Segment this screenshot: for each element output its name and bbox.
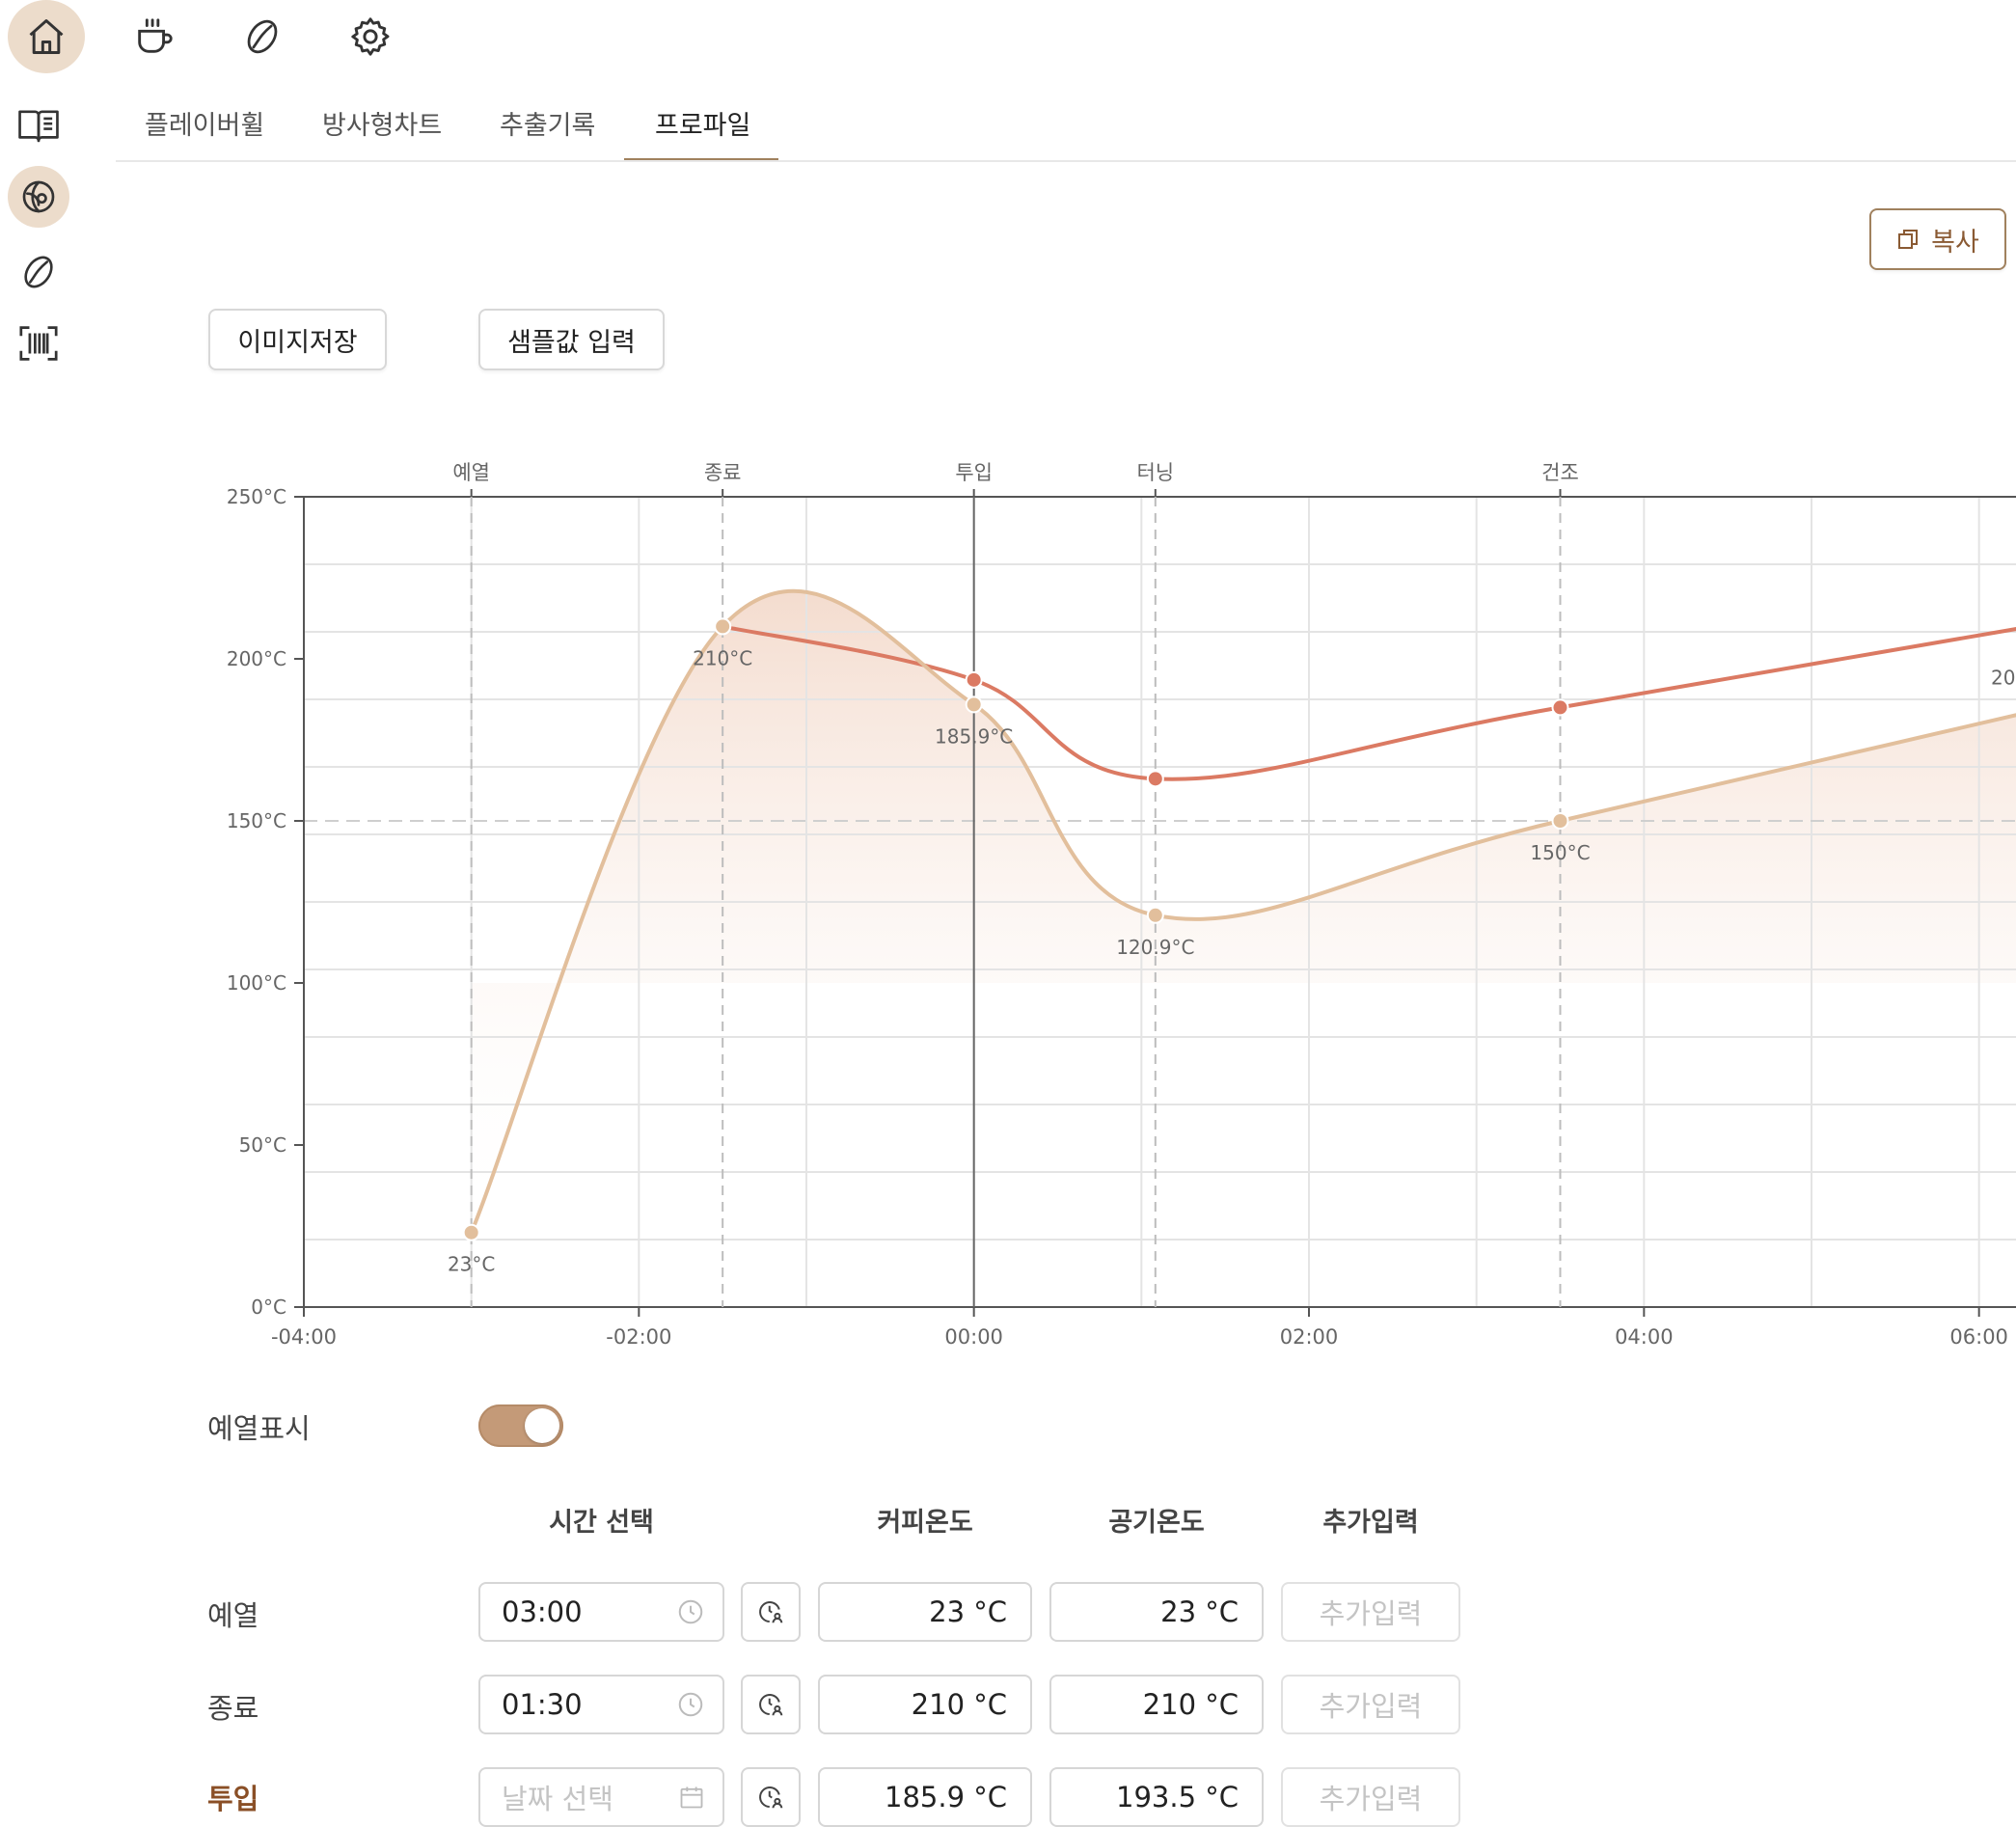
event-label: 터닝 (1136, 461, 1174, 484)
point-label: 150°C (1530, 841, 1590, 864)
row-label-end: 종료 (207, 1692, 259, 1725)
tab-profile[interactable]: 프로파일 (655, 104, 750, 143)
series-point (462, 1223, 480, 1241)
settings-gear-icon[interactable] (343, 10, 397, 64)
extra-input[interactable]: 추가입력 (1281, 1675, 1460, 1734)
point-label: 185.9°C (935, 724, 1013, 748)
preheat-toggle-label: 예열표시 (207, 1412, 311, 1445)
coffee-temp-input[interactable]: 185.9 °C (818, 1767, 1032, 1827)
y-tick-label: 0°C (251, 1295, 286, 1319)
save-image-button[interactable]: 이미지저장 (208, 309, 387, 370)
y-tick-label: 50°C (239, 1133, 286, 1157)
x-tick-label: 00:00 (944, 1325, 1003, 1349)
extra-input[interactable]: 추가입력 (1281, 1582, 1460, 1642)
series-point (1551, 812, 1569, 830)
x-tick-label: 04:00 (1615, 1325, 1674, 1349)
clock-user-icon (759, 1786, 783, 1809)
coffee-bean-icon[interactable] (235, 10, 289, 64)
time-input-preheat[interactable]: 03:00 (478, 1582, 724, 1642)
point-label: 120.9°C (1116, 936, 1194, 959)
date-placeholder: 날짜 선택 (502, 1783, 613, 1815)
point-label: 23°C (448, 1253, 495, 1276)
clock-user-icon (759, 1601, 783, 1623)
point-label: 210°C (693, 646, 752, 669)
x-tick-label: 02:00 (1280, 1325, 1339, 1349)
time-value: 03:00 (502, 1595, 583, 1628)
y-tick-label: 200°C (227, 647, 286, 670)
series-point (1146, 906, 1164, 924)
header-air-temp: 공기온도 (1108, 1508, 1205, 1538)
time-value: 01:30 (502, 1688, 583, 1721)
time-picker-button[interactable] (741, 1675, 801, 1734)
header-time-select: 시간 선택 (549, 1508, 654, 1538)
event-label: 예열 (452, 461, 490, 484)
series-point (1146, 770, 1164, 788)
coffee-cup-icon[interactable] (127, 10, 181, 64)
roast-profile-chart: 0°C 50°C 100°C 150°C 200°C 250°C -04:00 -02:00 0… (227, 461, 2016, 1349)
time-input-end[interactable]: 01:30 (478, 1675, 724, 1734)
time-picker-button[interactable] (741, 1582, 801, 1642)
preheat-toggle[interactable] (478, 1404, 563, 1447)
clock-user-icon (759, 1694, 783, 1716)
air-temp-input[interactable]: 193.5 °C (1049, 1767, 1264, 1827)
header-coffee-temp: 커피온도 (877, 1508, 973, 1538)
tab-flavor-wheel[interactable]: 플레이버휠 (145, 104, 264, 143)
tab-radar-chart[interactable]: 방사형차트 (322, 104, 442, 143)
extra-input[interactable]: 추가입력 (1281, 1767, 1460, 1827)
calendar-icon (678, 1784, 705, 1811)
coffee-temp-input[interactable]: 23 °C (818, 1582, 1032, 1642)
home-icon[interactable] (8, 0, 85, 73)
x-tick-label: -04:00 (271, 1325, 337, 1349)
series-point (714, 617, 732, 636)
x-tick-label: 06:00 (1949, 1325, 2008, 1349)
barcode-icon[interactable] (12, 318, 66, 368)
series-point (965, 695, 983, 714)
row-label-charge: 투입 (207, 1783, 259, 1815)
coffee-temp-input[interactable]: 210 °C (818, 1675, 1032, 1734)
event-label: 건조 (1541, 461, 1579, 484)
coffee-bean-icon[interactable] (12, 245, 66, 299)
y-tick-label: 150°C (227, 809, 286, 832)
header-extra-input: 추가입력 (1322, 1508, 1419, 1538)
copy-button-label: 복사 (1931, 227, 1979, 258)
y-tick-label: 100°C (227, 971, 286, 995)
air-temp-input[interactable]: 210 °C (1049, 1675, 1264, 1734)
roast-profile-icon[interactable] (8, 166, 69, 228)
row-label-preheat: 예열 (207, 1599, 259, 1632)
date-input-charge[interactable]: 날짜 선택 (478, 1767, 724, 1827)
series-point (965, 670, 983, 689)
copy-icon (1896, 228, 1920, 251)
book-icon[interactable] (12, 100, 66, 150)
series-area (471, 590, 2016, 1233)
sample-input-button[interactable]: 샘플값 입력 (478, 309, 665, 370)
event-label: 종료 (704, 461, 742, 484)
event-label: 투입 (955, 461, 993, 484)
point-label: 20 (1991, 667, 2015, 690)
tab-divider (116, 160, 2016, 162)
y-tick-label: 250°C (227, 485, 286, 508)
series-point (1551, 698, 1569, 717)
clock-icon (676, 1597, 705, 1626)
copy-button[interactable]: 복사 (1869, 208, 2006, 270)
toggle-knob (525, 1408, 559, 1443)
time-picker-button[interactable] (741, 1767, 801, 1827)
tab-brew-log[interactable]: 추출기록 (500, 104, 595, 143)
air-temp-input[interactable]: 23 °C (1049, 1582, 1264, 1642)
clock-icon (676, 1690, 705, 1719)
x-tick-label: -02:00 (606, 1325, 671, 1349)
